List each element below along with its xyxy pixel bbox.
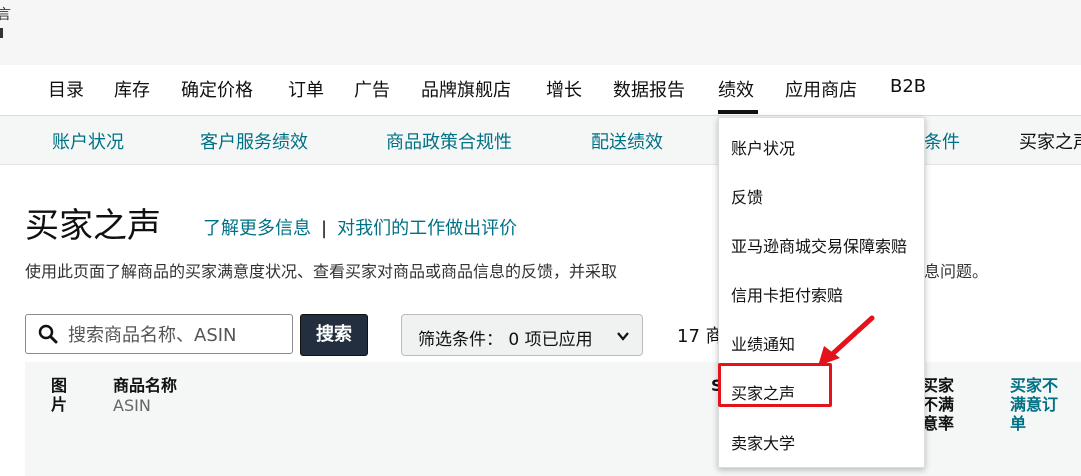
menu-item-performance-notifications[interactable]: 业绩通知 bbox=[731, 331, 795, 355]
nav-item-growth[interactable]: 增长 bbox=[546, 76, 582, 102]
cropped-mark bbox=[0, 28, 3, 38]
subnav-partial-conditions[interactable]: 条件 bbox=[924, 128, 960, 154]
menu-item-seller-university[interactable]: 卖家大学 bbox=[731, 430, 795, 454]
filter-dropdown[interactable]: 筛选条件： 0 项已应用 bbox=[401, 314, 643, 356]
result-count: 17 商 bbox=[677, 326, 724, 347]
link-separator: | bbox=[321, 218, 328, 239]
subnav-voice-of-customer[interactable]: 买家之声 bbox=[1019, 128, 1081, 154]
search-box bbox=[25, 314, 293, 354]
title-links: 了解更多信息 | 对我们的工作做出评价 bbox=[203, 214, 517, 240]
menu-item-account-health[interactable]: 账户状况 bbox=[731, 135, 795, 159]
page-title: 买家之声 bbox=[25, 206, 161, 246]
subnav-customer-service[interactable]: 客户服务绩效 bbox=[200, 128, 308, 154]
nav-item-pricing[interactable]: 确定价格 bbox=[181, 76, 253, 102]
col-header-asin: ASIN bbox=[113, 396, 151, 415]
browser-top-area: 言 bbox=[0, 0, 1081, 65]
subnav-account-health[interactable]: 账户状况 bbox=[52, 128, 124, 154]
main-nav: 目录 库存 确定价格 订单 广告 品牌旗舰店 增长 数据报告 绩效 应用商店 B… bbox=[0, 65, 1081, 116]
col-header-image: 图片 bbox=[51, 376, 68, 414]
search-input[interactable] bbox=[66, 321, 290, 349]
page-description: 使用此页面了解商品的买家满意度状况、查看买家对商品或商品信息的反馈，并采取 bbox=[25, 262, 618, 281]
menu-item-chargeback-claims[interactable]: 信用卡拒付索赔 bbox=[731, 282, 843, 306]
col-header-product-name[interactable]: 商品名称 bbox=[113, 376, 177, 395]
learn-more-link[interactable]: 了解更多信息 bbox=[203, 218, 311, 239]
performance-dropdown-menu: 账户状况 反馈 亚马逊商城交易保障索赔 信用卡拒付索赔 业绩通知 买家之声 卖家… bbox=[718, 117, 925, 468]
menu-item-feedback[interactable]: 反馈 bbox=[731, 184, 763, 208]
rate-our-work-link[interactable]: 对我们的工作做出评价 bbox=[337, 218, 517, 239]
nav-item-orders[interactable]: 订单 bbox=[288, 76, 324, 102]
nav-item-catalog[interactable]: 目录 bbox=[48, 76, 84, 102]
nav-item-brand-store[interactable]: 品牌旗舰店 bbox=[421, 76, 511, 102]
annotation-arrow-icon bbox=[818, 315, 875, 366]
active-tab-underline bbox=[718, 110, 758, 114]
nav-item-reports[interactable]: 数据报告 bbox=[613, 76, 685, 102]
nav-item-advertising[interactable]: 广告 bbox=[354, 76, 390, 102]
filter-label: 筛选条件： 0 项已应用 bbox=[418, 330, 593, 350]
nav-item-app-store[interactable]: 应用商店 bbox=[785, 76, 857, 102]
search-button[interactable]: 搜索 bbox=[300, 314, 368, 356]
chevron-down-icon bbox=[616, 328, 630, 347]
search-icon bbox=[38, 324, 58, 348]
subnav-shipping-performance[interactable]: 配送绩效 bbox=[591, 128, 663, 154]
col-header-unsat-rate[interactable]: 买家不满意率 bbox=[922, 376, 962, 433]
menu-item-a-to-z-claims[interactable]: 亚马逊商城交易保障索赔 bbox=[731, 233, 907, 257]
col-header-unsat-orders[interactable]: 买家不满意订单 bbox=[1010, 376, 1066, 433]
nav-item-b2b[interactable]: B2B bbox=[890, 76, 926, 97]
nav-item-inventory[interactable]: 库存 bbox=[114, 76, 150, 102]
nav-item-performance[interactable]: 绩效 bbox=[718, 76, 754, 102]
page-description-tail: 息问题。 bbox=[924, 262, 989, 281]
subnav-policy-compliance[interactable]: 商品政策合规性 bbox=[386, 128, 512, 154]
cropped-glyph: 言 bbox=[0, 7, 11, 23]
